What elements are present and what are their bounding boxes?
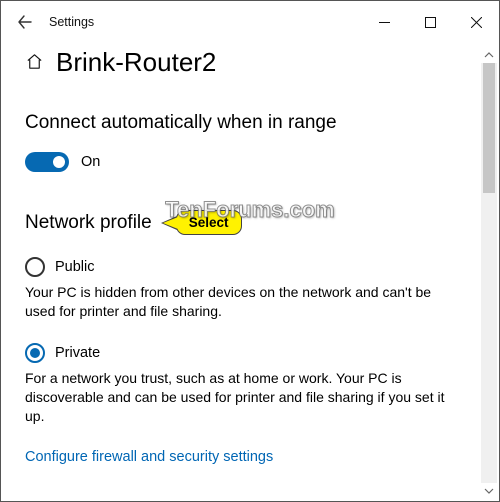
annotation-label: Select (176, 210, 242, 235)
maximize-button[interactable] (407, 6, 453, 38)
annotation-callout: Select (176, 210, 242, 235)
radio-private-circle (25, 343, 45, 363)
auto-connect-state: On (81, 154, 100, 170)
radio-private-label: Private (55, 345, 100, 361)
scroll-up-button[interactable] (481, 47, 497, 63)
radio-public-description: Your PC is hidden from other devices on … (25, 283, 465, 321)
window-controls (361, 1, 499, 43)
page-title-row: Brink-Router2 (25, 43, 475, 78)
page-title: Brink-Router2 (56, 47, 216, 78)
annotation-arrow-icon (161, 216, 177, 230)
radio-public[interactable]: Public (25, 257, 475, 277)
firewall-link[interactable]: Configure firewall and security settings (25, 449, 273, 465)
close-icon (471, 17, 482, 28)
title-bar: Settings (1, 1, 499, 43)
vertical-scrollbar[interactable] (481, 47, 497, 499)
close-button[interactable] (453, 6, 499, 38)
back-button[interactable] (7, 4, 43, 40)
network-profile-heading: Network profile (25, 212, 152, 234)
scroll-track[interactable] (481, 63, 497, 483)
maximize-icon (425, 17, 436, 28)
auto-connect-toggle-row: On (25, 152, 475, 172)
radio-private[interactable]: Private (25, 343, 475, 363)
radio-private-description: For a network you trust, such as at home… (25, 369, 465, 426)
radio-public-circle (25, 257, 45, 277)
scroll-thumb[interactable] (483, 63, 495, 193)
minimize-icon (379, 17, 390, 28)
content-area: Brink-Router2 Connect automatically when… (1, 43, 499, 465)
radio-public-label: Public (55, 259, 95, 275)
window-title: Settings (49, 15, 94, 29)
network-profile-heading-row: Network profile Select (25, 210, 475, 235)
minimize-button[interactable] (361, 6, 407, 38)
auto-connect-toggle[interactable] (25, 152, 69, 172)
toggle-knob (53, 156, 65, 168)
chevron-up-icon (484, 50, 494, 60)
home-icon[interactable] (25, 52, 44, 74)
chevron-down-icon (484, 486, 494, 496)
scroll-down-button[interactable] (481, 483, 497, 499)
back-arrow-icon (16, 13, 34, 31)
auto-connect-heading: Connect automatically when in range (25, 112, 475, 134)
